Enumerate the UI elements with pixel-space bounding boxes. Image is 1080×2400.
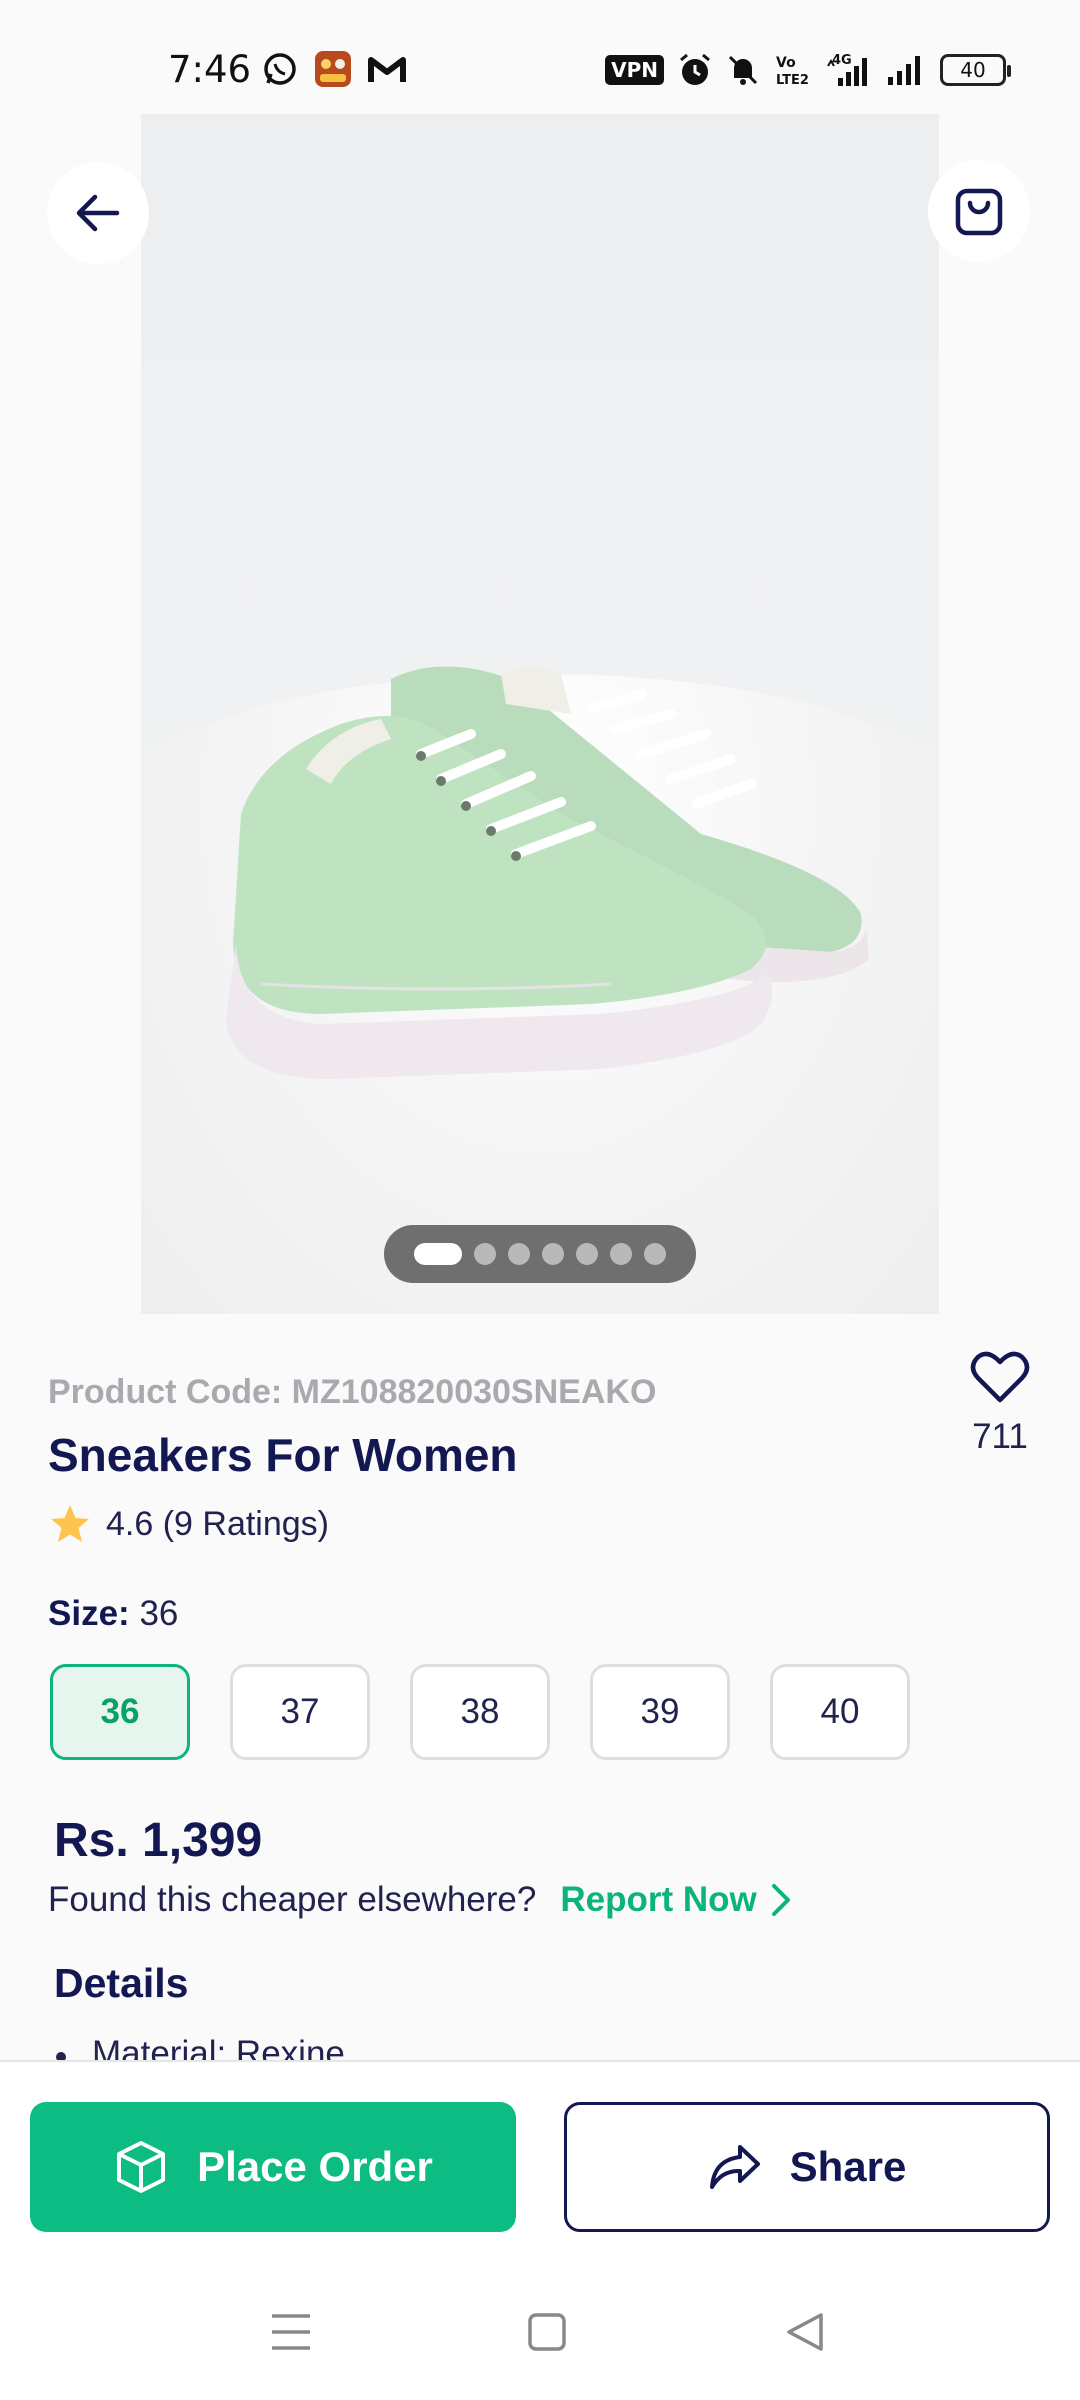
svg-text:LTE2: LTE2	[776, 73, 809, 87]
star-icon	[51, 1505, 89, 1542]
carousel-dot[interactable]	[508, 1243, 530, 1265]
cheaper-prompt: Found this cheaper elsewhere? Report Now	[48, 1880, 791, 1920]
home-square-icon[interactable]	[527, 2312, 567, 2352]
network-type-label: 4G	[832, 53, 852, 68]
details-heading: Details	[54, 1960, 189, 2006]
carousel-dot[interactable]	[414, 1243, 462, 1265]
svg-text:Vo: Vo	[776, 55, 796, 71]
back-triangle-icon[interactable]	[785, 2312, 825, 2352]
battery-icon: 40	[940, 54, 1011, 86]
share-button[interactable]: Share	[564, 2102, 1050, 2232]
vpn-icon: VPN	[605, 55, 664, 85]
sneaker-illustration	[226, 666, 869, 1079]
size-options: 36 37 38 39 40	[50, 1664, 910, 1760]
product-title: Sneakers For Women	[48, 1429, 518, 1481]
rating[interactable]: 4.6 (9 Ratings)	[48, 1503, 329, 1545]
signal-4g-icon: 4G	[827, 53, 867, 86]
game-app-icon	[315, 51, 351, 87]
mute-icon	[728, 55, 758, 85]
back-arrow-icon	[76, 194, 120, 232]
notification-icons	[262, 50, 406, 88]
image-carousel-indicator[interactable]	[384, 1225, 696, 1283]
share-arrow-icon	[709, 2145, 760, 2189]
system-navigation-bar	[0, 2260, 1080, 2400]
shopping-bag-icon	[955, 188, 1003, 236]
share-label: Share	[789, 2143, 907, 2190]
carousel-dot[interactable]	[644, 1243, 666, 1265]
status-bar: 7:46 VPN Vo LTE2 4G 40	[0, 0, 1080, 110]
wishlist-button[interactable]: 711	[958, 1350, 1042, 1457]
size-selected-value: 36	[139, 1594, 179, 1633]
product-price: Rs. 1,399	[54, 1814, 263, 1867]
system-icons: VPN Vo LTE2 4G 40	[605, 52, 1011, 88]
product-image[interactable]	[141, 114, 939, 1314]
cheaper-text: Found this cheaper elsewhere?	[48, 1880, 537, 1919]
product-code: Product Code: MZ108820030SNEAKO	[48, 1373, 657, 1411]
size-option-38[interactable]: 38	[410, 1664, 550, 1760]
chevron-right-icon	[771, 1884, 790, 1916]
size-option-37[interactable]: 37	[230, 1664, 370, 1760]
size-option-39[interactable]: 39	[590, 1664, 730, 1760]
place-order-label: Place Order	[197, 2143, 433, 2190]
action-bar: Place Order Share	[0, 2060, 1080, 2260]
size-option-40[interactable]: 40	[770, 1664, 910, 1760]
wishlist-count: 711	[972, 1417, 1028, 1456]
report-now-label: Report Now	[560, 1880, 757, 1919]
rating-text: 4.6 (9 Ratings)	[106, 1504, 329, 1543]
heart-icon	[970, 1351, 1030, 1403]
place-order-button[interactable]: Place Order	[30, 2102, 516, 2232]
carousel-dot[interactable]	[610, 1243, 632, 1265]
size-label: Size: 36	[48, 1594, 178, 1634]
status-time: 7:46	[168, 48, 252, 91]
size-option-36[interactable]: 36	[50, 1664, 190, 1760]
report-now-link[interactable]: Report Now	[560, 1880, 790, 1920]
package-box-icon	[117, 2141, 166, 2193]
carousel-dot[interactable]	[474, 1243, 496, 1265]
signal-icon	[888, 56, 920, 85]
size-label-title: Size:	[48, 1594, 130, 1633]
carousel-dot[interactable]	[542, 1243, 564, 1265]
volte-icon: Vo LTE2	[776, 55, 809, 87]
cart-button[interactable]	[928, 160, 1030, 262]
alarm-icon	[680, 53, 710, 85]
whatsapp-icon	[264, 53, 296, 85]
back-button[interactable]	[47, 162, 149, 264]
mail-m-icon	[368, 57, 406, 82]
menu-icon[interactable]	[270, 2312, 312, 2352]
carousel-dot[interactable]	[576, 1243, 598, 1265]
